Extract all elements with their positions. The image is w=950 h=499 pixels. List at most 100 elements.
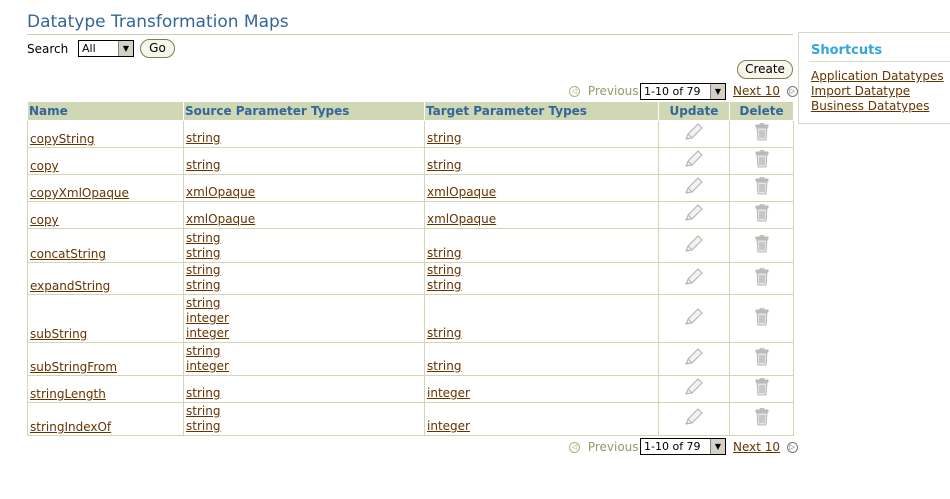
trash-icon[interactable] <box>754 378 770 399</box>
pencil-icon[interactable] <box>683 234 705 257</box>
pencil-icon[interactable] <box>683 407 705 430</box>
target-types-cell: integer <box>424 402 659 436</box>
chevron-down-icon: ▼ <box>118 41 133 56</box>
delete-cell <box>729 228 794 263</box>
trash-icon[interactable] <box>754 408 770 429</box>
pencil-icon[interactable] <box>683 122 705 145</box>
map-name-link[interactable]: expandString <box>30 279 110 293</box>
previous-link: Previous <box>587 84 639 98</box>
target-type-link[interactable]: integer <box>427 419 656 434</box>
source-type-link[interactable]: integer <box>186 326 422 341</box>
delete-cell <box>729 147 794 175</box>
pencil-icon[interactable] <box>683 267 705 290</box>
source-type-link[interactable]: integer <box>186 359 422 374</box>
target-type-link[interactable]: integer <box>427 386 656 401</box>
source-type-link[interactable]: string <box>186 344 422 359</box>
target-type-link[interactable]: string <box>427 246 656 261</box>
trash-icon[interactable] <box>754 234 770 256</box>
shortcut-application-datatypes[interactable]: Application Datatypes <box>811 69 944 83</box>
shortcut-business-datatypes[interactable]: Business Datatypes <box>811 99 929 113</box>
update-cell <box>658 375 730 403</box>
search-filter-select[interactable]: All ▼ <box>78 40 134 57</box>
source-type-link[interactable]: string <box>186 131 422 146</box>
header-name: Name <box>27 101 184 121</box>
pencil-icon[interactable] <box>683 203 705 226</box>
name-cell: concatString <box>27 228 184 263</box>
header-target: Target Parameter Types <box>424 101 659 121</box>
target-type-link[interactable]: string <box>427 326 656 341</box>
shortcuts-panel: Shortcuts Application Datatypes Import D… <box>798 32 950 124</box>
map-name-link[interactable]: subString <box>30 327 87 341</box>
pencil-icon[interactable] <box>683 347 705 370</box>
map-name-link[interactable]: stringLength <box>30 387 106 401</box>
target-type-link[interactable]: string <box>427 263 656 278</box>
source-types-cell: string <box>183 147 425 175</box>
trash-icon[interactable] <box>754 150 770 171</box>
map-name-link[interactable]: subStringFrom <box>30 360 117 374</box>
pencil-icon[interactable] <box>683 377 705 400</box>
trash-icon[interactable] <box>754 348 770 369</box>
name-cell: copy <box>27 147 184 175</box>
trash-icon[interactable] <box>754 204 770 225</box>
create-button[interactable]: Create <box>737 60 793 79</box>
source-type-link[interactable]: xmlOpaque <box>186 212 422 227</box>
page-range-select-bottom[interactable]: 1-10 of 79 ▼ <box>640 438 726 455</box>
next-arrow-icon[interactable]: ▷ <box>786 86 798 97</box>
target-types-cell: string <box>424 120 659 148</box>
map-name-link[interactable]: copyXmlOpaque <box>30 186 129 200</box>
trash-icon[interactable] <box>754 267 770 289</box>
map-name-link[interactable]: copy <box>30 213 59 227</box>
target-type-link[interactable]: string <box>427 359 656 374</box>
search-filter-value: All <box>82 42 96 55</box>
target-type-link[interactable]: xmlOpaque <box>427 212 656 227</box>
pencil-icon[interactable] <box>683 149 705 172</box>
delete-cell <box>729 262 794 295</box>
source-type-link[interactable]: string <box>186 386 422 401</box>
source-type-link[interactable]: string <box>186 419 422 434</box>
target-type-link[interactable]: string <box>427 158 656 173</box>
header-source: Source Parameter Types <box>183 101 425 121</box>
source-type-link[interactable]: string <box>186 278 422 293</box>
source-type-link[interactable]: string <box>186 158 422 173</box>
source-type-link[interactable]: string <box>186 231 422 246</box>
source-type-link[interactable]: integer <box>186 311 422 326</box>
source-type-link[interactable]: string <box>186 404 422 419</box>
page-range-select[interactable]: 1-10 of 79 ▼ <box>640 83 726 100</box>
source-type-link[interactable]: string <box>186 296 422 311</box>
name-cell: copy <box>27 201 184 229</box>
name-cell: stringLength <box>27 375 184 403</box>
target-type-link[interactable]: string <box>427 278 656 293</box>
target-type-link[interactable]: xmlOpaque <box>427 185 656 200</box>
map-name-link[interactable]: copy <box>30 159 59 173</box>
pencil-icon[interactable] <box>683 176 705 199</box>
delete-cell <box>729 375 794 403</box>
trash-icon[interactable] <box>754 123 770 144</box>
trash-icon[interactable] <box>754 177 770 198</box>
map-name-link[interactable]: stringIndexOf <box>30 420 111 434</box>
target-types-cell: string <box>424 147 659 175</box>
next-arrow-icon[interactable]: ▷ <box>786 442 798 453</box>
table-row: stringIndexOf string string integer <box>27 402 794 436</box>
map-name-link[interactable]: copyString <box>30 132 94 146</box>
source-types-cell: string string <box>183 228 425 263</box>
search-label: Search <box>27 42 69 56</box>
shortcut-import-datatype[interactable]: Import Datatype <box>811 84 910 98</box>
delete-cell <box>729 174 794 202</box>
source-types-cell: string string <box>183 262 425 295</box>
table-row: stringLength string integer <box>27 375 794 403</box>
pencil-icon[interactable] <box>683 307 705 330</box>
delete-cell <box>729 120 794 148</box>
source-type-link[interactable]: xmlOpaque <box>186 185 422 200</box>
previous-arrow-icon: ◁ <box>569 86 580 97</box>
source-type-link[interactable]: string <box>186 246 422 261</box>
target-type-link[interactable]: string <box>427 131 656 146</box>
source-type-link[interactable]: string <box>186 263 422 278</box>
source-types-cell: string string <box>183 402 425 436</box>
next-link[interactable]: Next 10 <box>733 440 780 454</box>
map-name-link[interactable]: concatString <box>30 247 106 261</box>
delete-cell <box>729 201 794 229</box>
next-link[interactable]: Next 10 <box>733 84 780 98</box>
update-cell <box>658 174 730 202</box>
trash-icon[interactable] <box>754 307 770 329</box>
go-button[interactable]: Go <box>140 39 175 58</box>
